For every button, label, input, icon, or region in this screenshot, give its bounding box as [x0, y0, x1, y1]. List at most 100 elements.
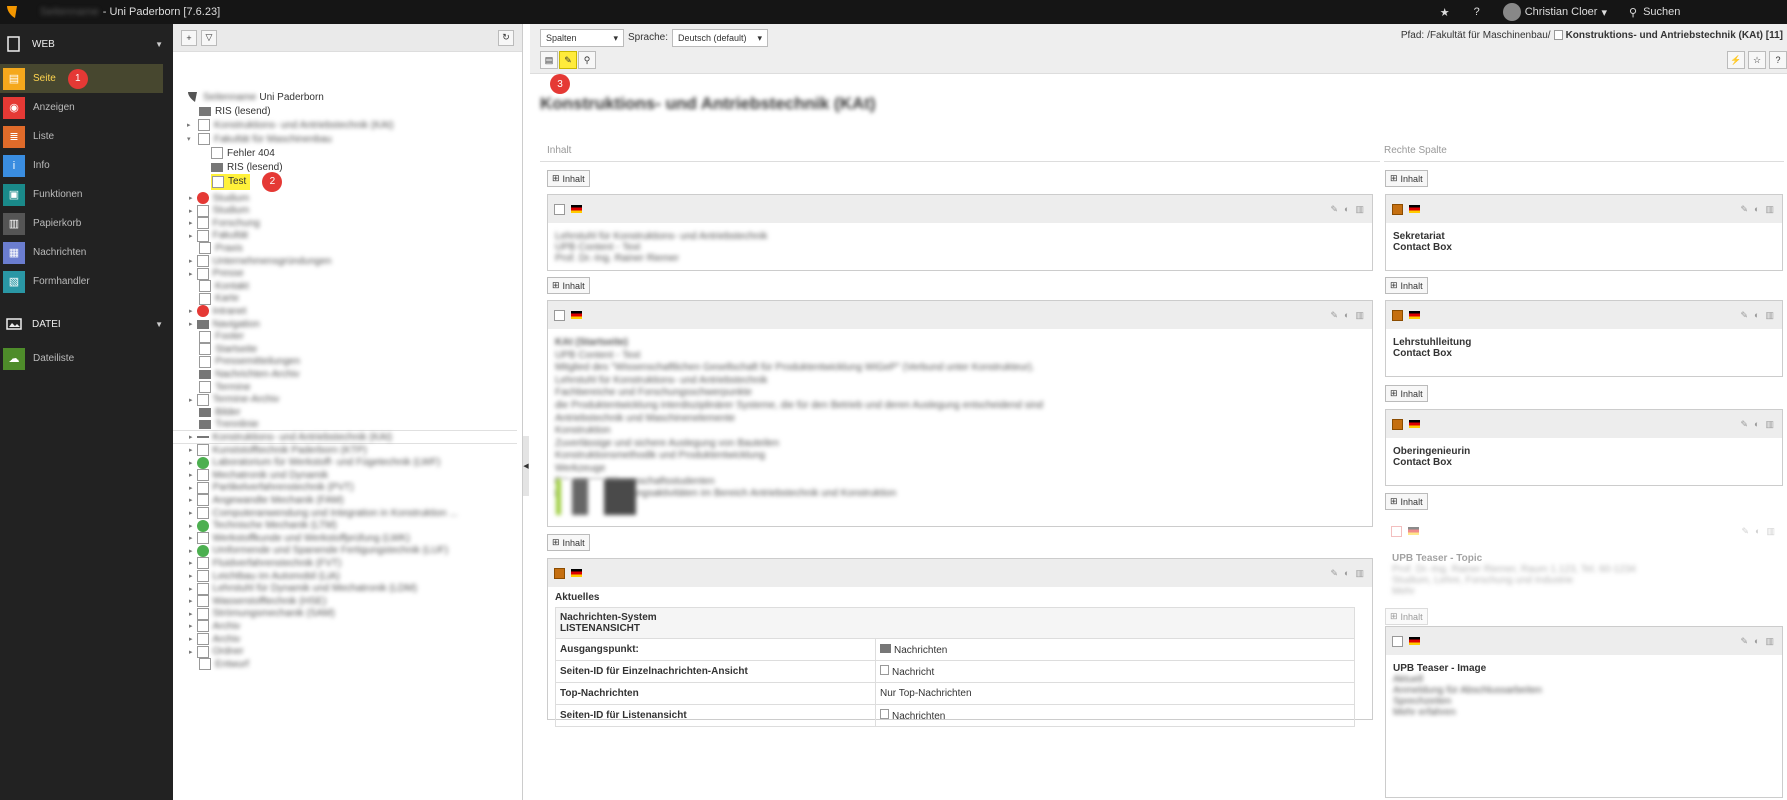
expand-icon[interactable]: ▸: [189, 471, 193, 479]
edit-icon[interactable]: ✎: [1741, 636, 1749, 647]
module-anzeigen[interactable]: ◉ Anzeigen: [0, 93, 173, 122]
bookmark-button[interactable]: ★: [1429, 0, 1461, 24]
expand-icon[interactable]: ▸: [189, 572, 193, 580]
expand-icon[interactable]: ▸: [189, 232, 193, 240]
expand-icon[interactable]: ▸: [189, 648, 193, 656]
new-content-button[interactable]: ⊞ Inhalt: [1385, 385, 1428, 402]
content-element-news[interactable]: ✎ ◐ ▥ Aktuelles Nachrichten-System LISTENAN…: [547, 558, 1373, 727]
trash-icon[interactable]: ▥: [1765, 636, 1774, 647]
edit-icon[interactable]: ✎: [1331, 310, 1339, 321]
expand-icon[interactable]: ▸: [189, 585, 193, 593]
content-element-contact[interactable]: ✎ ◐ ▥ Sekretariat Contact Box: [1385, 194, 1783, 271]
expand-icon[interactable]: ▸: [189, 433, 193, 441]
collapse-tree-handle[interactable]: ◀: [523, 436, 529, 496]
trash-icon[interactable]: ▥: [1765, 204, 1774, 215]
edit-icon[interactable]: ✎: [1331, 568, 1339, 579]
expand-icon[interactable]: ▸: [189, 307, 193, 315]
expand-icon[interactable]: ▸: [189, 194, 193, 202]
new-content-button[interactable]: ⊞ Inhalt: [1385, 277, 1428, 294]
tree-item-ris[interactable]: RIS (lesend): [199, 104, 271, 118]
module-nachrichten[interactable]: ▦ Nachrichten: [0, 238, 173, 267]
expand-icon[interactable]: ▸: [189, 635, 193, 643]
new-page-button[interactable]: +: [181, 29, 197, 46]
clear-cache-button[interactable]: ⚡: [1727, 51, 1745, 69]
toggle-visibility-icon[interactable]: ◐: [1755, 526, 1760, 537]
view-select[interactable]: Spalten ▾: [540, 29, 624, 47]
edit-icon[interactable]: ✎: [1742, 526, 1750, 537]
tree-item[interactable]: ▾ Fakultät für Maschinenbau: [187, 132, 332, 146]
edit-icon[interactable]: ✎: [1741, 310, 1749, 321]
trash-icon[interactable]: ▥: [1355, 310, 1364, 321]
expand-icon[interactable]: ▸: [189, 219, 193, 227]
expand-icon[interactable]: ▸: [189, 597, 193, 605]
search-button[interactable]: ⚲ Suchen: [1617, 6, 1787, 19]
tree-item[interactable]: ▸ Konstruktions- und Antriebstechnik (KA…: [187, 118, 394, 132]
tree-item-fehler404[interactable]: Fehler 404: [211, 146, 275, 160]
content-element-contact[interactable]: ✎ ◐ ▥ Oberingenieurin Contact Box: [1385, 409, 1783, 486]
trash-icon[interactable]: ▥: [1766, 526, 1775, 537]
expand-icon[interactable]: ▸: [189, 484, 193, 492]
trash-icon[interactable]: ▥: [1355, 568, 1364, 579]
expand-icon[interactable]: ▸: [189, 396, 193, 404]
toggle-visibility-icon[interactable]: ◐: [1754, 310, 1759, 321]
tree-root[interactable]: Seitenname Uni Paderborn: [187, 90, 324, 104]
toggle-visibility-icon[interactable]: ◐: [1344, 204, 1349, 215]
toggle-visibility-icon[interactable]: ◐: [1344, 568, 1349, 579]
module-seite[interactable]: ▤ Seite 1: [0, 64, 163, 93]
trash-icon[interactable]: ▥: [1765, 419, 1774, 430]
search-content-button[interactable]: ⚲: [578, 51, 596, 69]
edit-icon[interactable]: ✎: [1741, 204, 1749, 215]
module-group-web[interactable]: WEB ▼: [0, 24, 173, 64]
help-button[interactable]: ?: [1461, 0, 1493, 24]
view-page-button[interactable]: ▤: [540, 51, 558, 69]
toggle-visibility-icon[interactable]: ◐: [1754, 636, 1759, 647]
new-content-button[interactable]: ⊞ Inhalt: [547, 170, 590, 187]
new-content-button[interactable]: ⊞ Inhalt: [1385, 493, 1428, 510]
help-button[interactable]: ?: [1769, 51, 1787, 69]
content-element-teaser[interactable]: ✎ ◐ ▥ UPB Teaser - Image Aktuell Anmeldung…: [1385, 626, 1783, 798]
tree-item-test[interactable]: Test 2: [211, 171, 283, 192]
user-menu[interactable]: Christian Cloer ▾: [1493, 0, 1617, 24]
expand-icon[interactable]: ▸: [189, 610, 193, 618]
trash-icon[interactable]: ▥: [1355, 204, 1364, 215]
module-dateiliste[interactable]: ☁ Dateiliste: [0, 344, 173, 373]
content-element[interactable]: ✎ ◐ ▥ KAt (Startseite) UPB Content - Text Mi…: [547, 300, 1373, 527]
new-content-button[interactable]: ⊞ Inhalt: [547, 534, 590, 551]
module-group-file[interactable]: DATEI ▼: [0, 304, 173, 344]
module-formhandler[interactable]: ▧ Formhandler: [0, 267, 173, 296]
expand-icon[interactable]: ▸: [189, 496, 193, 504]
edit-icon[interactable]: ✎: [1331, 204, 1339, 215]
toggle-visibility-icon[interactable]: ◐: [1344, 310, 1349, 321]
content-element[interactable]: ✎ ◐ ▥ Lehrstuhl für Konstruktions- und Ant…: [547, 194, 1373, 271]
expand-icon[interactable]: ▸: [189, 459, 193, 467]
new-content-button[interactable]: ⊞ Inhalt: [1385, 170, 1428, 187]
tree-item[interactable]: Entwurf: [199, 657, 249, 671]
expand-icon[interactable]: ▸: [189, 534, 193, 542]
filter-button[interactable]: ▽: [201, 29, 217, 46]
expand-icon[interactable]: ▸: [189, 559, 193, 567]
expand-icon[interactable]: ▸: [189, 547, 193, 555]
content-element-contact[interactable]: ✎ ◐ ▥ Lehrstuhlleitung Contact Box: [1385, 300, 1783, 377]
typo3-logo-icon[interactable]: [0, 0, 24, 24]
module-funktionen[interactable]: ▣ Funktionen: [0, 180, 173, 209]
expand-icon[interactable]: ▸: [189, 270, 193, 278]
content-element-hidden[interactable]: ✎ ◐ ▥ UPB Teaser - Topic Prof. Dr.-Ing. Ra…: [1385, 517, 1783, 599]
language-select[interactable]: Deutsch (default) ▾: [672, 29, 768, 47]
new-content-button[interactable]: ⊞ Inhalt: [1385, 608, 1428, 625]
reload-tree-button[interactable]: ↻: [498, 29, 514, 46]
module-liste[interactable]: ≣ Liste: [0, 122, 173, 151]
module-info[interactable]: i Info: [0, 151, 173, 180]
new-content-button[interactable]: ⊞ Inhalt: [547, 277, 590, 294]
expand-icon[interactable]: ▸: [189, 320, 193, 328]
expand-icon[interactable]: ▸: [189, 446, 193, 454]
module-papierkorb[interactable]: ▥ Papierkorb: [0, 209, 173, 238]
expand-icon[interactable]: ▸: [189, 522, 193, 530]
bookmark-page-button[interactable]: ☆: [1748, 51, 1766, 69]
expand-icon[interactable]: ▸: [189, 622, 193, 630]
toggle-visibility-icon[interactable]: ◐: [1754, 419, 1759, 430]
toggle-visibility-icon[interactable]: ◐: [1754, 204, 1759, 215]
edit-icon[interactable]: ✎: [1741, 419, 1749, 430]
expand-icon[interactable]: ▸: [189, 509, 193, 517]
expand-icon[interactable]: ▸: [189, 257, 193, 265]
edit-page-properties-button[interactable]: ✎: [559, 51, 577, 69]
